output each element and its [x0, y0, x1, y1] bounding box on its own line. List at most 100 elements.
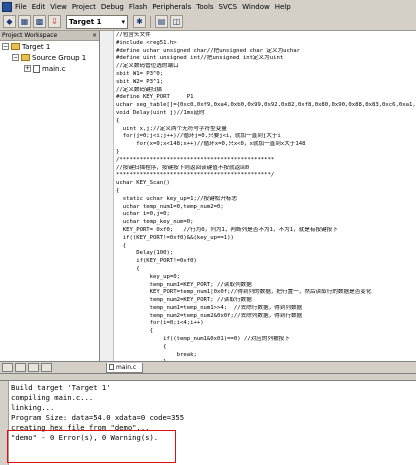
workspace-tabs — [0, 361, 100, 373]
code-line[interactable]: KEY_PORT=temp_num1|0x0f;//得到列的数据，把行置一，然后… — [116, 289, 416, 297]
functions-tab-icon[interactable] — [28, 363, 39, 372]
target-folder-icon — [11, 43, 20, 50]
code-line[interactable]: void Delay(uint j)//1ms延时 — [116, 110, 416, 118]
load-icon[interactable]: ⇩ — [48, 15, 61, 28]
code-line[interactable]: /***************************************… — [116, 157, 416, 165]
code-line[interactable]: for(x=0;x<148;x++)//循环x=0,只x<0，x就加一直到x大于… — [116, 141, 416, 149]
output-line: linking... — [11, 403, 55, 412]
toolbar-separator — [150, 15, 151, 28]
code-line[interactable]: sbit W2= P3^1; — [116, 79, 416, 87]
code-editor[interactable]: //包含头文件 #include <reg51.h> #define uchar u… — [100, 31, 416, 373]
code-line[interactable]: key_up=0; — [116, 274, 416, 282]
tab-label: main.c — [116, 363, 137, 371]
tree-item-label: Target 1 — [22, 42, 51, 51]
code-line[interactable]: { — [116, 266, 416, 274]
project-workspace: Project Workspace × − Target 1 − Source … — [0, 31, 100, 373]
code-line[interactable]: { — [116, 328, 416, 336]
output-line: Program Size: data=54.0 xdata=0 code=355 — [11, 413, 185, 422]
tree-item-source-group[interactable]: − Source Group 1 — [0, 52, 99, 63]
code-line[interactable]: //定义数码键扫描 — [116, 87, 416, 95]
code-line[interactable]: { — [116, 188, 416, 196]
code-line[interactable]: } — [116, 149, 416, 157]
tree-item-main-c[interactable]: + main.c — [0, 63, 99, 74]
chevron-down-icon: ▾ — [121, 17, 125, 26]
code-area[interactable]: //包含头文件 #include <reg51.h> #define uchar u… — [116, 32, 416, 373]
output-line: Build target 'Target 1' — [11, 383, 111, 392]
tree-item-label: Source Group 1 — [32, 53, 87, 62]
code-line[interactable]: for(j=0;j<i;j++)//循环j=0,只要j<i，就加一直到j大于i — [116, 133, 416, 141]
code-line[interactable]: KEY_PORT= 0xf0; //行为0，列为1，判断列是否不为1，不为1，就… — [116, 227, 416, 235]
code-line[interactable]: uchar seg_table[]={0xc0,0xf9,0xa4,0xb0,0… — [116, 102, 416, 110]
batch-build-icon[interactable]: ◫ — [170, 15, 183, 28]
code-line[interactable]: //定义数码管位选的端口 — [116, 63, 416, 71]
code-line[interactable]: if((temp_num1&0x01)==0) //对应的列被按下 — [116, 336, 416, 344]
code-line[interactable]: if(KEY_PORT!=0xf0) — [116, 258, 416, 266]
code-line[interactable]: temp_num2=KEY_PORT; //读取行数据 — [116, 297, 416, 305]
code-line[interactable]: #define KEY_PORT P1 — [116, 94, 416, 102]
app-icon — [2, 1, 12, 12]
books-tab-icon[interactable] — [15, 363, 26, 372]
menu-bar: File Edit View Project Debug Flash Perip… — [0, 0, 416, 13]
menu-window[interactable]: Window — [242, 3, 270, 11]
code-line[interactable]: //包含头文件 — [116, 32, 416, 40]
code-line[interactable]: temp_num1=temp_num1>>4; //去除行数据，得到列数据 — [116, 305, 416, 313]
code-line[interactable]: break; — [116, 352, 416, 360]
code-line[interactable]: uint x,j;//定义两个无符号字符型变量 — [116, 126, 416, 134]
code-line[interactable]: #include <reg51.h> — [116, 40, 416, 48]
collapse-icon[interactable]: − — [12, 54, 19, 61]
menu-svcs[interactable]: SVCS — [219, 3, 238, 11]
templates-tab-icon[interactable] — [41, 363, 52, 372]
output-splitter[interactable] — [0, 373, 416, 380]
code-line[interactable]: sbit W1= P3^0; — [116, 71, 416, 79]
annotation-highlight-box — [7, 430, 176, 463]
menu-edit[interactable]: Edit — [32, 3, 46, 11]
code-line[interactable]: uchar temp_key_num=0; — [116, 219, 416, 227]
code-line[interactable]: ****************************************… — [116, 172, 416, 180]
code-line[interactable]: //按键扫描程序，按键按下则返回该键值不按就返回0 — [116, 165, 416, 173]
tree-item-label: main.c — [42, 64, 66, 73]
menu-file[interactable]: File — [15, 3, 27, 11]
close-icon[interactable]: × — [92, 32, 97, 39]
code-line[interactable]: Delay(100); — [116, 250, 416, 258]
menu-view[interactable]: View — [50, 3, 67, 11]
code-line[interactable]: uchar temp_num1=0,temp_num2=0; — [116, 204, 416, 212]
code-line[interactable]: for(i=0;i<4;i++) — [116, 320, 416, 328]
tab-main-c[interactable]: main.c — [106, 362, 144, 373]
code-line[interactable]: static uchar key_up=1;//按键松开标志 — [116, 196, 416, 204]
file-icon — [109, 364, 114, 370]
target-select[interactable]: Target 1 ▾ — [66, 14, 128, 29]
menu-debug[interactable]: Debug — [101, 3, 124, 11]
menu-peripherals[interactable]: Peripherals — [152, 3, 191, 11]
rebuild-icon[interactable]: ▩ — [33, 15, 46, 28]
workspace-title: Project Workspace — [2, 32, 58, 39]
target-select-value: Target 1 — [69, 17, 102, 26]
manage-components-icon[interactable]: ▤ — [155, 15, 168, 28]
menu-project[interactable]: Project — [72, 3, 96, 11]
code-line[interactable]: temp_num1=KEY_PORT; //读取列数据 — [116, 282, 416, 290]
expand-icon[interactable]: + — [24, 65, 31, 72]
menu-help[interactable]: Help — [275, 3, 291, 11]
output-line: compiling main.c... — [11, 393, 94, 402]
editor-tab-strip: main.c — [100, 361, 416, 373]
code-line[interactable]: { — [116, 344, 416, 352]
build-toolbar: ◆ ▦ ▩ ⇩ Target 1 ▾ ✱ ▤ ◫ — [0, 13, 416, 31]
code-line[interactable]: { — [116, 243, 416, 251]
code-line[interactable]: temp_num2=temp_num2&0x0f;//去除列数据，得到行数据 — [116, 313, 416, 321]
target-options-icon[interactable]: ✱ — [133, 15, 146, 28]
collapse-icon[interactable]: − — [2, 43, 9, 50]
menu-flash[interactable]: Flash — [129, 3, 147, 11]
translate-icon[interactable]: ◆ — [3, 15, 16, 28]
code-line[interactable]: #define uchar unsigned char//把unsigned c… — [116, 48, 416, 56]
code-line[interactable]: if((KEY_PORT!=0xf0)&&(key_up==1)) — [116, 235, 416, 243]
code-line[interactable]: uchar KEY_Scan() — [116, 180, 416, 188]
build-icon[interactable]: ▦ — [18, 15, 31, 28]
project-tab-icon[interactable] — [2, 363, 13, 372]
tree-item-target[interactable]: − Target 1 — [0, 41, 99, 52]
code-line[interactable]: #define uint unsigned int//把unsigned int… — [116, 55, 416, 63]
editor-gutter — [100, 31, 114, 361]
code-line[interactable]: { — [116, 118, 416, 126]
file-icon — [33, 64, 40, 73]
code-line[interactable]: uchar i=0,j=0; — [116, 211, 416, 219]
menu-tools[interactable]: Tools — [196, 3, 213, 11]
folder-icon — [21, 54, 30, 61]
